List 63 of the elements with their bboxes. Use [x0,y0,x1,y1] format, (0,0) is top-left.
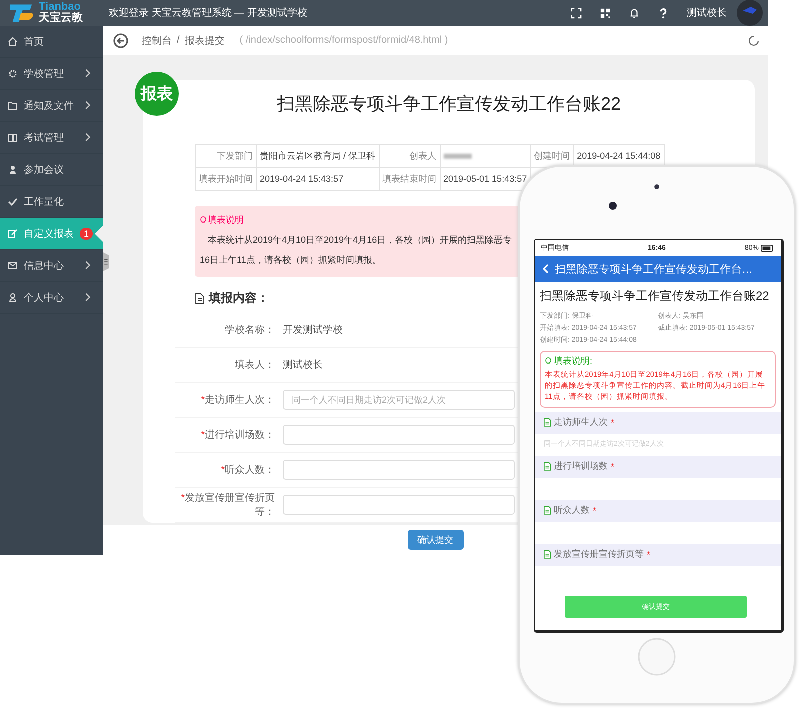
back-icon[interactable] [543,264,549,274]
camera-icon [654,184,660,190]
field-value: 开发测试学校 [283,324,343,337]
table-cell: 下发部门 [196,144,256,168]
user-menu[interactable]: 测试校长 [687,6,727,20]
count-badge: 1 [80,228,94,240]
front-camera-icon [608,201,618,211]
notice-title: 填表说明: [554,355,593,368]
qr-code-icon[interactable] [600,8,611,18]
section-heading: 填报内容： [209,290,269,307]
document-icon [544,506,551,516]
table-cell: 创表人 [379,144,440,168]
document-icon [544,462,551,472]
field-label: *听众人数： [220,464,276,477]
welcome-text: 欢迎登录 天宝云教管理系统 — 开发测试学校 [109,6,308,20]
breadcrumb-link[interactable]: 报表提交 [184,34,225,48]
bell-icon[interactable] [629,8,640,18]
breadcrumb-separator: / [177,35,180,46]
breadcrumb-link[interactable]: 控制台 [142,34,172,48]
help-icon[interactable] [658,8,669,18]
logo-wordmark: Tianbao [39,2,81,13]
field-label: *进行培训场数： [200,428,276,442]
sidebar-toggle-icon[interactable] [103,251,111,273]
battery-icon [760,244,775,252]
input-field[interactable] [283,425,515,445]
lightbulb-icon [545,357,552,366]
notice-text: 本表统计从2019年4月10日至2019年4月16日，各校（园）开展的扫黑除恶专 [207,234,512,247]
input-field[interactable] [283,460,515,480]
submit-button[interactable]: 确认提交 [408,530,464,550]
table-cell: 填表结束时间 [379,168,440,190]
form-title: 扫黑除恶专项斗争工作宣传发动工作台账22 [276,93,622,116]
required-mark: * [593,506,597,516]
document-icon [544,550,551,560]
table-cell: 2019-04-24 15:43:57 [256,168,380,190]
field-value: 测试校长 [283,358,323,372]
table-cell: 填表开始时间 [196,168,256,190]
required-mark: * [647,550,651,560]
input-field[interactable]: 同一个人不同日期走访2次可记做2人次 [283,390,515,410]
form-badge: 报表 [135,72,179,116]
field-label: 填表人： [234,358,276,372]
table-cell: 贵阳市云岩区教育局 / 保卫科 [256,144,380,168]
logo-icon [8,2,36,24]
refresh-icon[interactable] [748,34,760,46]
page-path: ( /index/schoolforms/formspost/formid/48.html ) [240,35,448,46]
field-label: *走访师生人次： [200,394,276,407]
fullscreen-icon[interactable] [571,8,582,18]
field-label: 发放宣传册宣传折页等 [554,548,644,562]
field-label: *发放宣传册宣传折页等： [180,492,276,519]
form-title: 扫黑除恶专项斗争工作宣传发动工作台账22 [539,288,770,305]
document-icon [544,418,551,428]
field-label: 进行培训场数 [554,460,608,474]
field-label: 听众人数 [554,504,590,518]
header-title: 扫黑除恶专项斗争工作宣传发动工作台… [555,262,753,276]
lightbulb-icon [200,216,207,225]
notice-text: 16日上午11点，请各校（园）抓紧时间填报。 [200,254,382,267]
document-icon [195,292,205,304]
sidebar-item[interactable]: 自定义报表 1 [0,218,103,250]
notice-title: 填表说明 [208,214,244,227]
input-field[interactable] [283,495,515,515]
required-mark: * [611,462,615,472]
required-mark: * [611,418,615,428]
field-label: 学校名称： [224,324,276,337]
field-label: 走访师生人次 [554,416,608,430]
